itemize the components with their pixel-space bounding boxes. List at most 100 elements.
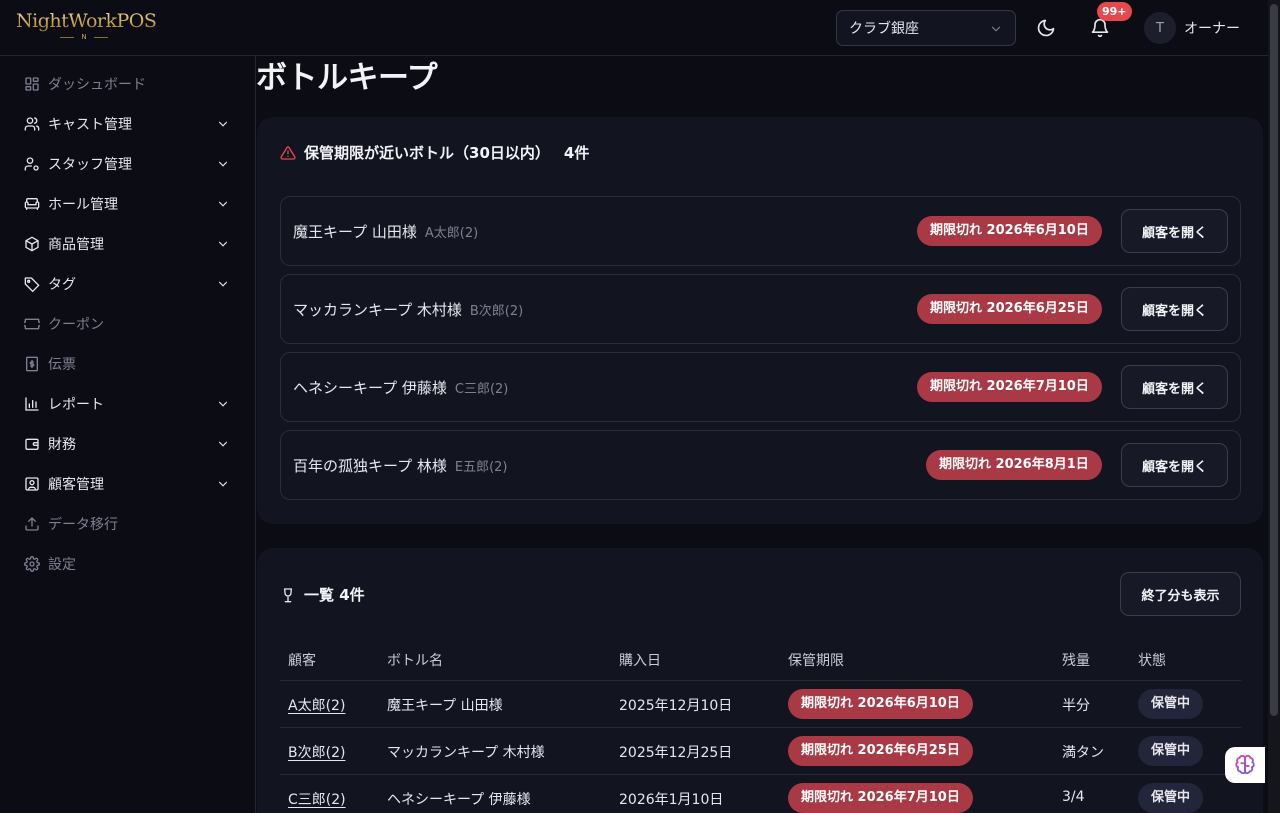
- sidebar-item-data-migration[interactable]: データ移行: [0, 504, 256, 544]
- purchase-date-cell: 2026年1月10日: [619, 792, 724, 808]
- open-customer-button[interactable]: 顧客を開く: [1121, 443, 1228, 487]
- sidebar-item-reports[interactable]: レポート: [0, 384, 256, 424]
- sidebar-item-label: データ移行: [48, 517, 118, 533]
- sidebar-item-coupons[interactable]: クーポン: [0, 304, 256, 344]
- ai-assistant-button[interactable]: [1225, 747, 1265, 783]
- customer-link[interactable]: A太郎(2): [288, 695, 345, 715]
- expiry-badge: 期限切れ 2026年6月10日: [788, 689, 973, 719]
- bottle-customer: A太郎(2): [424, 226, 479, 241]
- store-select[interactable]: クラブ銀座: [836, 10, 1016, 46]
- column-header-bottle[interactable]: ボトル名: [387, 650, 443, 670]
- sidebar-item-cast[interactable]: キャスト管理: [0, 104, 256, 144]
- dashboard-icon: [25, 77, 39, 91]
- sidebar-item-label: 財務: [48, 437, 76, 453]
- customer-link[interactable]: C三郎(2): [288, 789, 346, 809]
- show-ended-button[interactable]: 終了分も表示: [1120, 572, 1241, 616]
- expiring-bottle-row: 百年の孤独キープ 林様 E五郎(2) 期限切れ 2026年8月1日 顧客を開く: [280, 430, 1241, 500]
- sidebar-item-label: ホール管理: [48, 197, 118, 213]
- table-row[interactable]: C三郎(2) ヘネシーキープ 伊藤様 2026年1月10日 期限切れ 2026年…: [280, 775, 1241, 813]
- chevron-down-icon: [991, 26, 1001, 32]
- expiring-bottle-row: マッカランキープ 木村様 B次郎(2) 期限切れ 2026年6月25日 顧客を開く: [280, 274, 1241, 344]
- receipt-icon: [26, 356, 38, 372]
- sidebar-item-label: 商品管理: [48, 237, 104, 253]
- package-icon: [25, 236, 39, 252]
- top-header: NightWorkPOS N クラブ銀座 99+ T オーナー: [0, 0, 1268, 56]
- sidebar: ダッシュボード キャスト管理 スタッフ管理 ホール管理 商品管理 タグ クーポン…: [0, 56, 256, 813]
- sidebar-item-staff[interactable]: スタッフ管理: [0, 144, 256, 184]
- logo-text: NightWorkPOS: [16, 10, 157, 32]
- bottle-name-wrap: 百年の孤独キープ 林様 E五郎(2): [293, 455, 508, 476]
- table-row[interactable]: A太郎(2) 魔王キープ 山田様 2025年12月10日 期限切れ 2026年6…: [280, 681, 1241, 728]
- chevron-down-icon: [218, 161, 228, 167]
- bottle-name-wrap: ヘネシーキープ 伊藤様 C三郎(2): [293, 377, 508, 398]
- column-header-purchase-date[interactable]: 購入日: [619, 650, 661, 670]
- column-header-remaining[interactable]: 残量: [1062, 650, 1090, 670]
- sidebar-item-label: レポート: [48, 397, 104, 413]
- bottle-name: マッカランキープ 木村様: [293, 301, 462, 319]
- bell-icon: [1091, 18, 1109, 38]
- bottle-cell: 魔王キープ 山田様: [387, 698, 503, 714]
- theme-toggle-button[interactable]: [1032, 14, 1060, 42]
- gear-icon: [24, 556, 40, 572]
- contact-icon: [25, 477, 39, 491]
- purchase-date-cell: 2025年12月25日: [619, 745, 733, 761]
- table-row[interactable]: B次郎(2) マッカランキープ 木村様 2025年12月25日 期限切れ 202…: [280, 728, 1241, 775]
- sidebar-item-products[interactable]: 商品管理: [0, 224, 256, 264]
- sidebar-item-slips[interactable]: 伝票: [0, 344, 256, 384]
- expiring-title-text: 保管期限が近いボトル（30日以内）: [304, 144, 550, 162]
- sofa-icon: [24, 198, 40, 210]
- expiring-bottle-row: 魔王キープ 山田様 A太郎(2) 期限切れ 2026年6月10日 顧客を開く: [280, 196, 1241, 266]
- user-cog-icon: [24, 157, 39, 171]
- customer-link[interactable]: B次郎(2): [288, 742, 345, 762]
- sidebar-item-label: クーポン: [48, 317, 104, 333]
- bottle-name: 百年の孤独キープ 林様: [293, 457, 447, 475]
- users-icon: [24, 117, 40, 131]
- chevron-down-icon: [218, 441, 228, 447]
- sidebar-item-label: スタッフ管理: [48, 157, 132, 173]
- expiry-badge: 期限切れ 2026年7月10日: [788, 783, 973, 813]
- scrollbar-thumb[interactable]: [1270, 4, 1278, 716]
- sidebar-item-settings[interactable]: 設定: [0, 544, 256, 584]
- app-logo[interactable]: NightWorkPOS N: [16, 10, 157, 44]
- expiring-bottles-card: 保管期限が近いボトル（30日以内） 4件 魔王キープ 山田様 A太郎(2) 期限切…: [257, 117, 1263, 524]
- bottle-cell: マッカランキープ 木村様: [387, 745, 545, 761]
- sidebar-item-label: タグ: [48, 277, 76, 293]
- chevron-down-icon: [218, 241, 228, 247]
- expiring-bottle-row: ヘネシーキープ 伊藤様 C三郎(2) 期限切れ 2026年7月10日 顧客を開く: [280, 352, 1241, 422]
- expiry-badge: 期限切れ 2026年6月25日: [917, 294, 1102, 324]
- upload-icon: [25, 517, 39, 531]
- open-customer-button[interactable]: 顧客を開く: [1121, 209, 1228, 253]
- status-badge: 保管中: [1138, 736, 1204, 766]
- wallet-icon: [25, 438, 39, 450]
- remaining-cell: 3/4: [1062, 789, 1085, 805]
- expiry-badge: 期限切れ 2026年7月10日: [917, 372, 1102, 402]
- sidebar-item-label: ダッシュボード: [48, 77, 146, 93]
- column-header-expiry[interactable]: 保管期限: [788, 650, 844, 670]
- bottle-name-wrap: 魔王キープ 山田様 A太郎(2): [293, 221, 478, 242]
- sidebar-item-finance[interactable]: 財務: [0, 424, 256, 464]
- chevron-down-icon: [218, 401, 228, 407]
- status-badge: 保管中: [1138, 689, 1204, 719]
- column-header-customer[interactable]: 顧客: [288, 650, 316, 670]
- status-badge: 保管中: [1138, 783, 1204, 813]
- column-header-status[interactable]: 状態: [1138, 650, 1166, 670]
- page-title: ボトルキープ: [256, 60, 438, 96]
- sidebar-item-hall[interactable]: ホール管理: [0, 184, 256, 224]
- sidebar-item-tags[interactable]: タグ: [0, 264, 256, 304]
- remaining-cell: 満タン: [1062, 745, 1104, 761]
- expiry-badge: 期限切れ 2026年6月25日: [788, 736, 973, 766]
- open-customer-button[interactable]: 顧客を開く: [1121, 365, 1228, 409]
- sidebar-item-label: 顧客管理: [48, 477, 104, 493]
- sidebar-item-dashboard[interactable]: ダッシュボード: [0, 64, 256, 104]
- expiry-badge: 期限切れ 2026年6月10日: [917, 216, 1102, 246]
- avatar[interactable]: T: [1144, 12, 1176, 44]
- chevron-down-icon: [218, 201, 228, 207]
- open-customer-button[interactable]: 顧客を開く: [1121, 287, 1228, 331]
- user-name[interactable]: オーナー: [1184, 18, 1240, 38]
- bottle-customer: E五郎(2): [454, 460, 508, 475]
- purchase-date-cell: 2025年12月10日: [619, 698, 733, 714]
- tag-icon: [24, 277, 40, 292]
- chevron-down-icon: [218, 281, 228, 287]
- remaining-cell: 半分: [1062, 698, 1090, 714]
- sidebar-item-customers[interactable]: 顧客管理: [0, 464, 256, 504]
